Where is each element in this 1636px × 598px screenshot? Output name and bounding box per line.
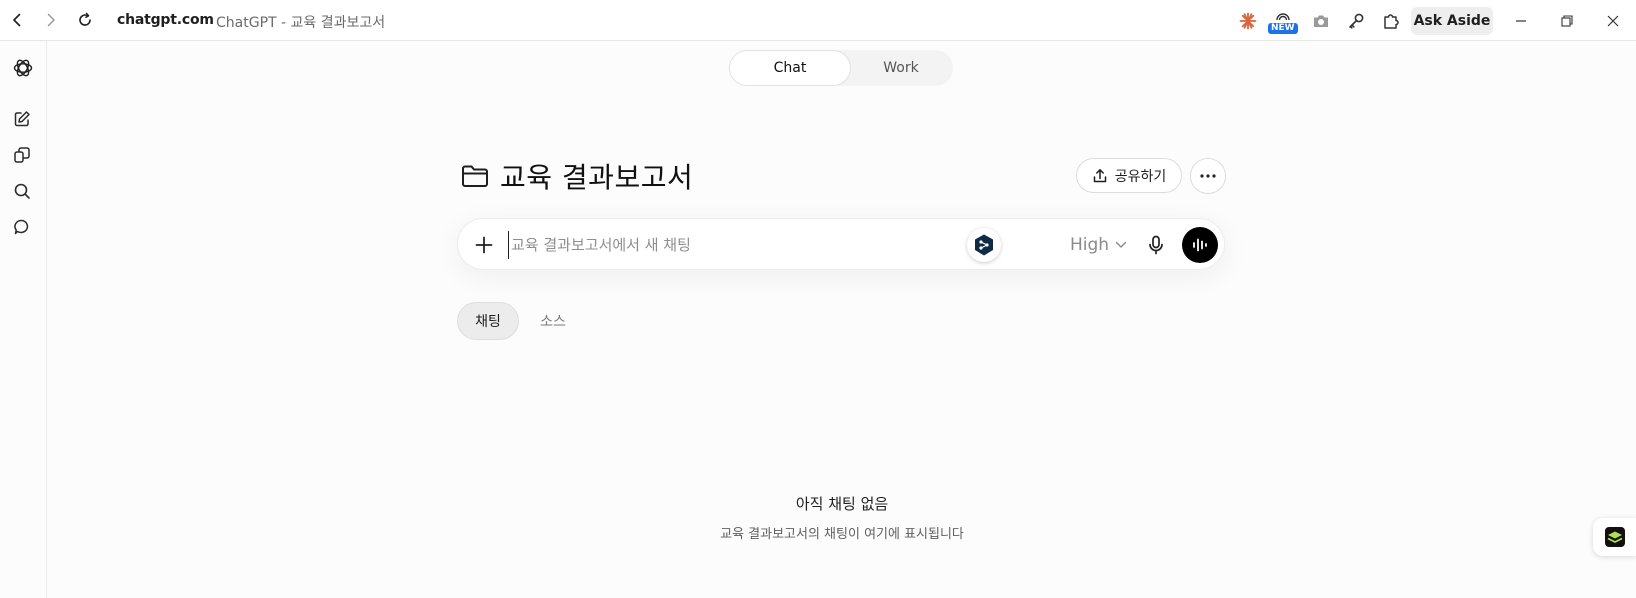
close-icon [1607, 15, 1619, 27]
reload-button[interactable] [74, 9, 96, 31]
search-icon [14, 183, 30, 199]
edit-pencil-icon [14, 111, 30, 127]
model-selector-label: High [1070, 235, 1110, 255]
reload-icon [79, 12, 91, 26]
camera-icon [1314, 15, 1328, 27]
gpts-button[interactable] [11, 144, 33, 166]
chats-button[interactable] [11, 216, 33, 238]
deepl-extension-button[interactable] [967, 228, 1001, 262]
share-button[interactable]: 공유하기 [1076, 158, 1182, 193]
claude-extension-button[interactable] [1237, 10, 1259, 32]
tab-chats[interactable]: 채팅 [457, 302, 519, 340]
floating-extension-widget[interactable] [1593, 518, 1636, 556]
mode-toggle: Chat Work [729, 50, 953, 86]
microphone-icon [1149, 235, 1163, 255]
layers-icon [1604, 527, 1625, 547]
extensions-button[interactable] [1380, 10, 1402, 32]
plus-icon [475, 236, 493, 254]
chatgpt-logo-button[interactable] [11, 56, 35, 80]
share-label: 공유하기 [1114, 168, 1167, 185]
add-attachment-button[interactable] [472, 233, 496, 257]
password-extension-button[interactable] [1345, 10, 1367, 32]
empty-state-subtitle: 교육 결과보고서의 채팅이 여기에 표시됩니다 [720, 527, 964, 542]
tab-chat[interactable]: Chat [730, 51, 850, 85]
composer: High [457, 218, 1225, 270]
key-icon [1349, 13, 1364, 29]
more-horizontal-icon [1200, 174, 1216, 178]
search-chats-button[interactable] [11, 180, 33, 202]
empty-state-title: 아직 채팅 없음 [795, 495, 889, 513]
chevron-left-icon [13, 13, 21, 27]
screenshot-extension-button[interactable] [1310, 10, 1332, 32]
folder-icon [460, 161, 490, 191]
dictate-button[interactable] [1144, 233, 1168, 257]
new-chat-button[interactable] [11, 108, 33, 130]
chevron-down-icon [1115, 241, 1127, 248]
close-window-button[interactable] [1602, 10, 1624, 32]
puzzle-icon [1384, 14, 1399, 29]
tab-title: ChatGPT - 교육 결과보고서 [216, 15, 386, 31]
library-icon [14, 147, 30, 163]
forward-button[interactable] [40, 9, 62, 31]
back-button[interactable] [6, 9, 28, 31]
deepl-logo-icon [975, 234, 993, 256]
openai-logo-icon [13, 59, 33, 77]
share-upload-icon [1093, 168, 1106, 182]
more-options-button[interactable] [1190, 158, 1226, 194]
model-selector[interactable]: High [1070, 233, 1127, 257]
left-sidebar-rail [0, 41, 47, 598]
composer-input[interactable] [508, 231, 908, 259]
tab-sources[interactable]: 소스 [533, 302, 573, 340]
voice-mode-button[interactable] [1182, 227, 1218, 263]
waveform-icon [1193, 238, 1207, 252]
new-badge: NEW [1268, 23, 1298, 34]
tab-work[interactable]: Work [850, 51, 952, 85]
minimize-icon [1516, 20, 1526, 22]
browser-toolbar: chatgpt.com ChatGPT - 교육 결과보고서 NEW Ask A… [0, 0, 1636, 41]
chevron-right-icon [47, 13, 55, 27]
restore-button[interactable] [1556, 10, 1578, 32]
sparkle-burst-icon [1239, 12, 1257, 30]
chat-bubble-icon [14, 219, 29, 235]
ask-aside-button[interactable]: Ask Aside [1411, 7, 1493, 35]
address-bar-url[interactable]: chatgpt.com [117, 12, 214, 28]
minimize-button[interactable] [1510, 10, 1532, 32]
restore-icon [1561, 15, 1573, 27]
project-title: 교육 결과보고서 [500, 161, 694, 194]
